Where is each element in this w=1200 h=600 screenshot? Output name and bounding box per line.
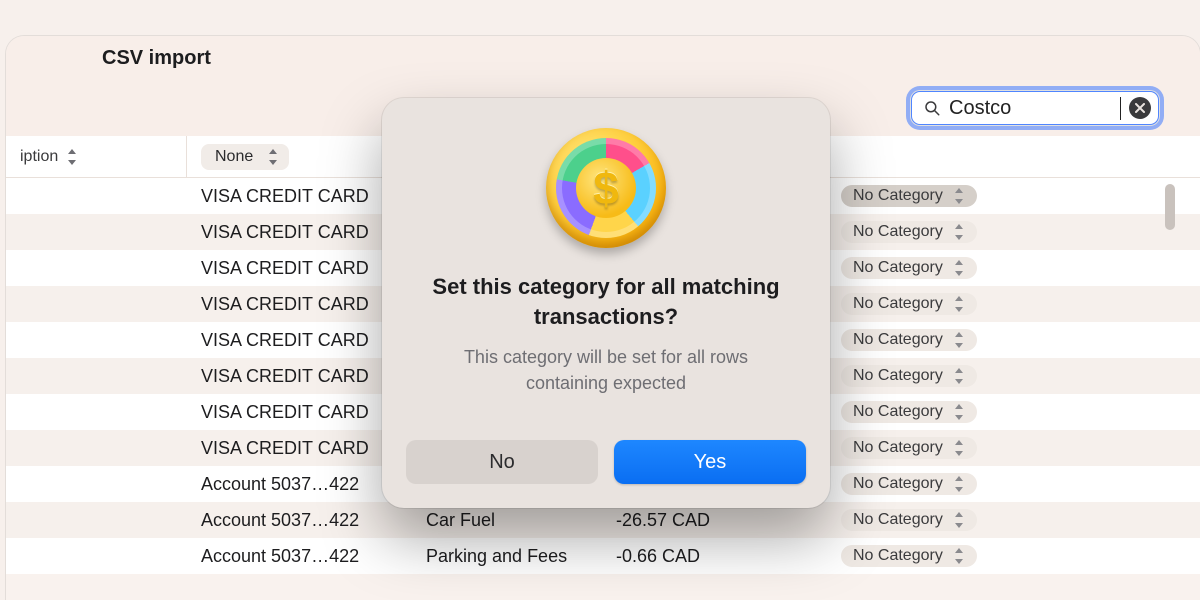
chevron-updown-icon [953,439,967,457]
chevron-updown-icon [953,547,967,565]
category-dropdown-label: No Category [853,547,943,565]
category-dropdown-label: No Category [853,187,943,205]
window-titlebar: CSV import [6,36,1200,80]
cell-account: VISA CREDIT CARD [187,366,412,387]
category-dropdown[interactable]: No Category [841,509,977,531]
category-dropdown[interactable]: No Category [841,365,977,387]
category-dropdown[interactable]: No Category [841,329,977,351]
chevron-updown-icon [953,403,967,421]
cell-account: VISA CREDIT CARD [187,258,412,279]
column-description[interactable]: iption [6,136,187,177]
window-title: CSV import [102,47,211,70]
sort-stepper-icon [66,148,80,166]
scrollbar[interactable] [1163,178,1177,600]
category-dropdown[interactable]: No Category [841,473,977,495]
account-filter-dropdown[interactable]: None [201,144,289,170]
category-dropdown[interactable]: No Category [841,221,977,243]
category-dropdown[interactable]: No Category [841,293,977,315]
chevron-updown-icon [953,259,967,277]
cell-account: VISA CREDIT CARD [187,294,412,315]
cell-set-category: No Category [827,221,1200,243]
dialog-title: Set this category for all matching trans… [416,272,796,331]
confirm-dialog: $ Set this category for all matching tra… [382,98,830,508]
cell-set-category: No Category [827,509,1200,531]
search-value: Costco [949,97,1121,120]
table-row[interactable]: Account 5037…422Parking and Fees-0.66 CA… [6,538,1200,574]
category-dropdown-label: No Category [853,331,943,349]
category-dropdown[interactable]: No Category [841,437,977,459]
category-dropdown[interactable]: No Category [841,401,977,423]
cell-account: VISA CREDIT CARD [187,330,412,351]
cell-account: Account 5037…422 [187,546,412,567]
chevron-updown-icon [953,295,967,313]
cell-set-category: No Category [827,365,1200,387]
category-dropdown-label: No Category [853,367,943,385]
cell-account: VISA CREDIT CARD [187,402,412,423]
category-dropdown[interactable]: No Category [841,185,977,207]
cell-set-category: No Category [827,257,1200,279]
category-dropdown[interactable]: No Category [841,257,977,279]
column-account[interactable]: None [187,136,412,177]
category-dropdown-label: No Category [853,439,943,457]
chevron-updown-icon [953,331,967,349]
close-icon [1135,103,1145,113]
cell-set-category: No Category [827,185,1200,207]
cell-amount: -26.57 CAD [602,510,827,531]
cell-account: Account 5037…422 [187,474,412,495]
chevron-updown-icon [953,475,967,493]
chevron-updown-icon [953,367,967,385]
category-dropdown-label: No Category [853,259,943,277]
chevron-updown-icon [953,223,967,241]
search-icon [923,99,941,117]
search-input[interactable]: Costco [910,90,1160,126]
column-description-label: iption [20,148,58,166]
cell-set-category: No Category [827,545,1200,567]
category-dropdown-label: No Category [853,403,943,421]
cell-category: Parking and Fees [412,546,602,567]
cell-category: Car Fuel [412,510,602,531]
category-dropdown[interactable]: No Category [841,545,977,567]
no-button[interactable]: No [406,440,598,484]
category-dropdown-label: No Category [853,223,943,241]
cell-set-category: No Category [827,473,1200,495]
cell-account: VISA CREDIT CARD [187,222,412,243]
category-dropdown-label: No Category [853,295,943,313]
search-clear-button[interactable] [1129,97,1151,119]
dialog-subtitle: This category will be set for all rows c… [426,345,786,395]
cell-account: Account 5037…422 [187,510,412,531]
app-coin-icon: $ [546,128,666,248]
chevron-updown-icon [267,148,281,166]
cell-amount: -0.66 CAD [602,546,827,567]
cell-account: VISA CREDIT CARD [187,438,412,459]
chevron-updown-icon [953,187,967,205]
cell-set-category: No Category [827,293,1200,315]
dialog-button-row: No Yes [406,440,806,484]
yes-button[interactable]: Yes [614,440,806,484]
cell-set-category: No Category [827,329,1200,351]
cell-account: VISA CREDIT CARD [187,186,412,207]
cell-set-category: No Category [827,401,1200,423]
chevron-updown-icon [953,511,967,529]
category-dropdown-label: No Category [853,475,943,493]
category-dropdown-label: No Category [853,511,943,529]
scrollbar-thumb[interactable] [1165,184,1175,230]
column-set-category[interactable] [827,136,1200,177]
cell-set-category: No Category [827,437,1200,459]
